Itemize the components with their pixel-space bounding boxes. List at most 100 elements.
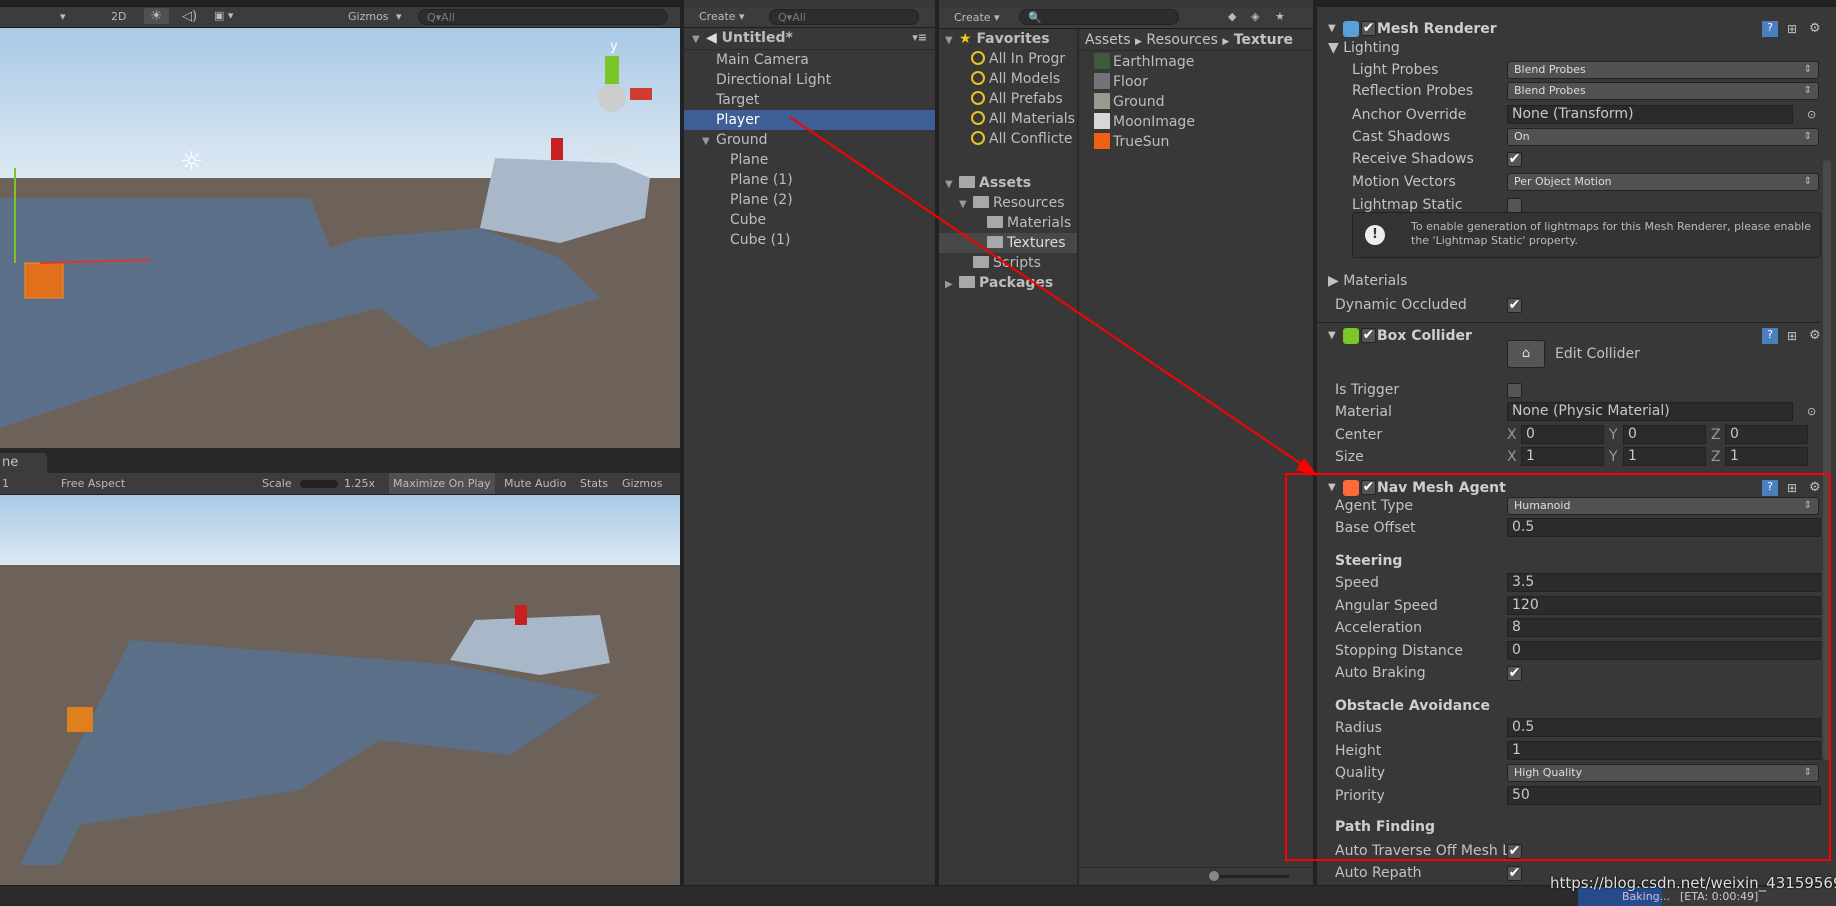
hierarchy-create-button[interactable]: Create ▾	[699, 10, 745, 23]
dynamic-occluded-checkbox[interactable]: ✔	[1507, 298, 1522, 313]
projection-label[interactable]: <Persp	[585, 147, 632, 162]
height-field[interactable]: 1	[1507, 741, 1821, 760]
hierarchy-item[interactable]: Plane (2)	[684, 190, 935, 210]
project-search-input[interactable]: 🔍	[1019, 9, 1179, 25]
hierarchy-item[interactable]: Plane (1)	[684, 170, 935, 190]
hierarchy-item[interactable]: Plane	[684, 150, 935, 170]
gizmos-dropdown[interactable]: Gizmos	[348, 10, 389, 23]
stats-button[interactable]: Stats	[580, 477, 608, 490]
breadcrumb-resources[interactable]: Resources	[1146, 32, 1218, 48]
hierarchy-item[interactable]: Main Camera	[684, 50, 935, 70]
hierarchy-item[interactable]: Target	[684, 90, 935, 110]
effects-toggle-icon[interactable]: ▣ ▾	[214, 9, 233, 22]
favorite-item[interactable]: All Prefabs	[939, 89, 1077, 109]
radius-field[interactable]: 0.5	[1507, 718, 1821, 737]
lightmap-static-checkbox[interactable]	[1507, 198, 1522, 213]
scene-header[interactable]: ▼ ◀ Untitled* ▾≡	[684, 28, 935, 50]
acceleration-field[interactable]: 8	[1507, 618, 1821, 637]
presets-icon[interactable]: ⊞	[1787, 326, 1797, 346]
asset-item[interactable]: MoonImage	[1094, 112, 1314, 132]
quality-dropdown[interactable]: High Quality	[1507, 764, 1819, 782]
collapse-arrow-icon[interactable]: ▼	[1328, 19, 1336, 39]
hierarchy-item[interactable]: Cube	[684, 210, 935, 230]
hierarchy-search-input[interactable]: Q▾All	[769, 9, 919, 25]
filter-by-label-icon[interactable]: ◈	[1251, 10, 1259, 23]
cast-shadows-dropdown[interactable]: On	[1507, 128, 1819, 146]
inspector-scrollbar[interactable]	[1823, 160, 1831, 760]
maximize-on-play-button[interactable]: Maximize On Play	[389, 473, 495, 494]
asset-item[interactable]: Ground	[1094, 92, 1314, 112]
project-folder[interactable]: Materials	[939, 213, 1077, 233]
speed-field[interactable]: 3.5	[1507, 573, 1821, 592]
help-icon[interactable]: ?	[1762, 480, 1778, 496]
project-folder[interactable]: Textures	[939, 233, 1077, 253]
angular-speed-field[interactable]: 120	[1507, 596, 1821, 615]
2d-toggle[interactable]: 2D	[111, 10, 126, 23]
settings-gear-icon[interactable]: ⚙	[1809, 19, 1821, 39]
is-trigger-checkbox[interactable]	[1507, 383, 1522, 398]
edit-collider-button[interactable]: ⌂	[1507, 340, 1545, 368]
light-probes-dropdown[interactable]: Blend Probes	[1507, 61, 1819, 79]
motion-vectors-dropdown[interactable]: Per Object Motion	[1507, 173, 1819, 191]
hierarchy-item[interactable]: Cube (1)	[684, 230, 935, 250]
size-x-field[interactable]: 1	[1521, 447, 1604, 466]
center-y-field[interactable]: 0	[1623, 425, 1706, 444]
mute-audio-button[interactable]: Mute Audio	[504, 477, 566, 490]
center-x-field[interactable]: 0	[1521, 425, 1604, 444]
expand-arrow-icon[interactable]: ▼	[692, 30, 706, 50]
expand-arrow-icon[interactable]: ▼	[945, 175, 959, 195]
size-y-field[interactable]: 1	[1623, 447, 1706, 466]
receive-shadows-checkbox[interactable]: ✔	[1507, 152, 1522, 167]
project-folder[interactable]: ▶ Packages	[939, 273, 1077, 293]
anchor-override-object-field[interactable]: None (Transform)	[1507, 105, 1793, 124]
hierarchy-item[interactable]: Directional Light	[684, 70, 935, 90]
filter-by-type-icon[interactable]: ◆	[1228, 10, 1236, 23]
audio-toggle-icon[interactable]: ◁)	[182, 9, 197, 24]
game-viewport[interactable]	[0, 495, 680, 885]
object-picker-icon[interactable]: ⊙	[1807, 105, 1816, 125]
expand-arrow-icon[interactable]: ▼	[702, 132, 716, 152]
auto-repath-checkbox[interactable]: ✔	[1507, 866, 1522, 881]
expand-arrow-icon[interactable]: ▶	[945, 275, 959, 295]
hierarchy-item[interactable]: ▼ Ground	[684, 130, 935, 150]
project-create-button[interactable]: Create ▾	[954, 11, 1000, 24]
size-z-field[interactable]: 1	[1725, 447, 1808, 466]
display-dropdown[interactable]: 1	[2, 477, 9, 490]
asset-item[interactable]: Floor	[1094, 72, 1314, 92]
expand-arrow-icon[interactable]: ▼	[945, 31, 959, 51]
auto-traverse-off-mesh-l-checkbox[interactable]: ✔	[1507, 844, 1522, 859]
gizmos-dropdown-arrow[interactable]: ▾	[396, 10, 402, 23]
foldout-lighting[interactable]: ▼ Lighting	[1328, 38, 1400, 58]
collapse-arrow-icon[interactable]: ▼	[1328, 326, 1336, 346]
game-gizmos-button[interactable]: Gizmos	[622, 477, 663, 490]
scene-search-input[interactable]: Q▾All	[418, 9, 668, 25]
project-folder[interactable]: ▼ Assets	[939, 173, 1077, 193]
breadcrumb-assets[interactable]: Assets	[1085, 32, 1131, 48]
asset-item[interactable]: EarthImage	[1094, 52, 1314, 72]
project-folder[interactable]: Scripts	[939, 253, 1077, 273]
favorites-header[interactable]: ▼ ★ Favorites	[939, 29, 1077, 49]
shading-mode-dropdown[interactable]: ▾	[60, 10, 66, 23]
thumbnail-size-slider-handle[interactable]	[1209, 871, 1219, 881]
stopping-distance-field[interactable]: 0	[1507, 641, 1821, 660]
reflection-probes-dropdown[interactable]: Blend Probes	[1507, 82, 1819, 100]
component-enabled-checkbox[interactable]: ✔	[1361, 480, 1376, 495]
favorite-item[interactable]: All Conflicte	[939, 129, 1077, 149]
breadcrumb-textures[interactable]: Texture	[1234, 32, 1293, 48]
scene-viewport[interactable]: ☼ y <Persp	[0, 28, 680, 448]
priority-field[interactable]: 50	[1507, 786, 1821, 805]
foldout-materials[interactable]: ▶ Materials	[1328, 271, 1407, 291]
project-folder[interactable]: ▼ Resources	[939, 193, 1077, 213]
material-object-field[interactable]: None (Physic Material)	[1507, 402, 1793, 421]
collapse-arrow-icon[interactable]: ▼	[1328, 478, 1336, 498]
object-picker-icon[interactable]: ⊙	[1807, 402, 1816, 422]
presets-icon[interactable]: ⊞	[1787, 19, 1797, 39]
favorites-star-icon[interactable]: ★	[1275, 10, 1285, 23]
favorite-item[interactable]: All In Progr	[939, 49, 1077, 69]
hierarchy-item[interactable]: Player	[684, 110, 935, 130]
thumbnail-size-slider[interactable]	[1209, 875, 1289, 878]
help-icon[interactable]: ?	[1762, 328, 1778, 344]
tab-game[interactable]: ne	[0, 453, 47, 473]
center-z-field[interactable]: 0	[1725, 425, 1808, 444]
scale-slider[interactable]	[300, 480, 338, 488]
